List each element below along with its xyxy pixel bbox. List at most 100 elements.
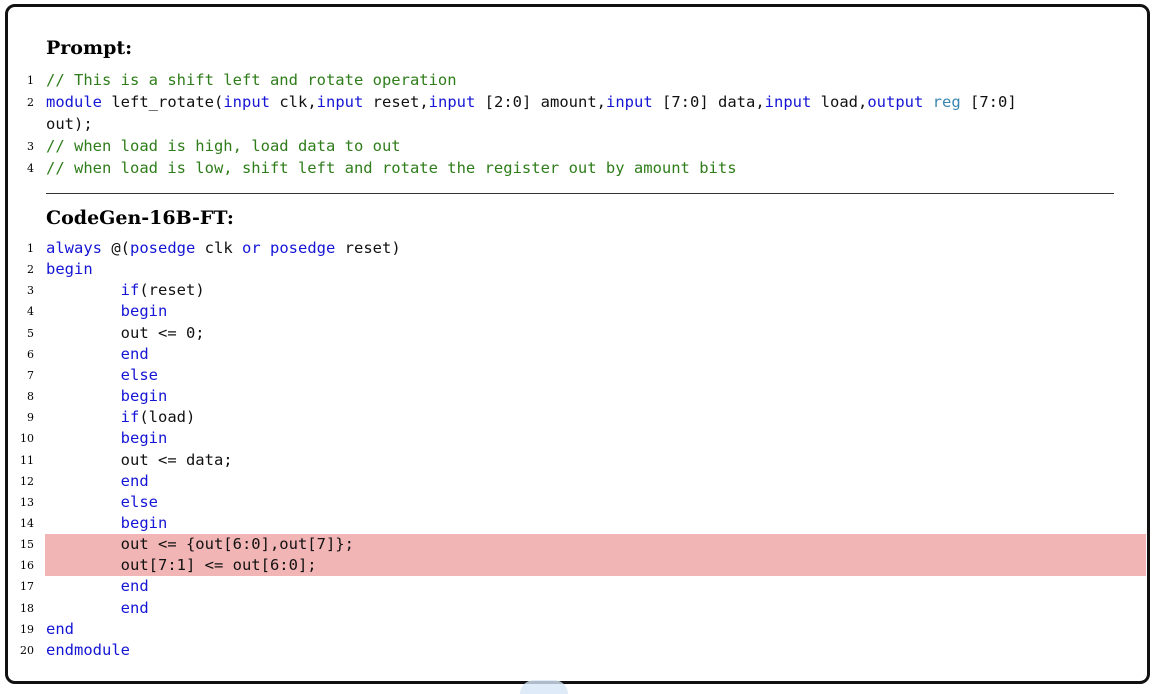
- code-line: 1 always @(posedge clk or posedge reset): [0, 238, 1158, 259]
- code-text: out <= {out[6:0],out[7]};: [46, 534, 354, 555]
- keyword-token: input: [316, 93, 364, 111]
- highlighted-code-line: 16 out[7:1] <= out[6:0];: [0, 555, 1158, 577]
- code-token: out <= 0;: [46, 323, 205, 342]
- code-line: 14 begin: [0, 513, 1158, 534]
- code-line: 18 end: [0, 598, 1158, 619]
- comment-token: // This is a shift left and rotate opera…: [46, 71, 457, 89]
- code-token: [7:0]: [960, 93, 1017, 111]
- line-number: 2: [27, 96, 34, 109]
- code-token: clk,: [270, 93, 317, 111]
- code-text: begin: [46, 386, 168, 407]
- code-token: @(: [102, 239, 130, 257]
- code-line: 20 endmodule: [0, 640, 1158, 661]
- code-token: left_rotate(: [102, 93, 224, 111]
- code-text: // This is a shift left and rotate opera…: [46, 70, 457, 91]
- code-token: out <= data;: [46, 450, 233, 469]
- line-number: 11: [20, 453, 34, 467]
- code-token: reset): [335, 239, 401, 257]
- keyword-token: module: [46, 93, 102, 111]
- keyword-token: endmodule: [46, 640, 130, 659]
- keyword-token: begin: [46, 260, 93, 279]
- code-line: 19 end: [0, 619, 1158, 640]
- line-number: 15: [20, 538, 34, 552]
- code-text: else: [46, 365, 158, 386]
- code-token: out[7:1] <= out[6:0];: [46, 556, 317, 575]
- code-line: 9 if(load): [0, 407, 1158, 428]
- code-text: module left_rotate(input clk,input reset…: [46, 92, 1017, 113]
- line-number: 9: [27, 411, 34, 425]
- line-number: 20: [20, 643, 34, 657]
- keyword-token: else: [120, 365, 158, 384]
- line-number: 8: [27, 390, 34, 404]
- code-line: 6 end: [0, 344, 1158, 365]
- code-text: if(load): [46, 407, 196, 428]
- line-number: 17: [20, 580, 34, 594]
- code-line: 10 begin: [0, 428, 1158, 449]
- line-number: 12: [20, 474, 34, 488]
- code-text: begin: [46, 259, 93, 280]
- code-text: end: [46, 598, 149, 619]
- comment-token: // when load is high, load data to out: [46, 137, 401, 155]
- code-text: // when load is high, load data to out: [46, 136, 401, 157]
- keyword-token: begin: [120, 429, 168, 448]
- keyword-token: if: [120, 408, 140, 427]
- code-line: 2 begin: [0, 259, 1158, 280]
- keyword-token: input: [223, 93, 270, 111]
- keyword-token: begin: [120, 302, 168, 321]
- code-line: out);: [0, 114, 1158, 135]
- code-text: out[7:1] <= out[6:0];: [46, 555, 317, 576]
- code-text: if(reset): [46, 280, 205, 301]
- line-number: 2: [27, 263, 34, 277]
- line-number: 3: [27, 140, 34, 153]
- code-line: 4 begin: [0, 301, 1158, 322]
- code-line: 11 out <= data;: [0, 450, 1158, 471]
- keyword-token: end: [120, 598, 149, 617]
- code-text: begin: [46, 428, 168, 449]
- keyword-token: end: [120, 344, 149, 363]
- code-line: 13 else: [0, 492, 1158, 513]
- code-text: end: [46, 576, 149, 597]
- line-number: 19: [20, 622, 34, 636]
- code-text: begin: [46, 301, 168, 322]
- completion-heading: CodeGen-16B-FT:: [46, 207, 234, 229]
- line-number: 1: [27, 74, 34, 87]
- line-number: 1: [27, 242, 34, 255]
- code-token: [2:0] amount,: [475, 93, 606, 111]
- code-text: end: [46, 344, 149, 365]
- code-text: out);: [46, 114, 93, 135]
- code-line: 3 if(reset): [0, 280, 1158, 301]
- code-line: 2 module left_rotate(input clk,input rese…: [0, 92, 1158, 113]
- line-number: 3: [27, 284, 34, 298]
- line-number: 18: [20, 601, 34, 615]
- section-divider: [46, 193, 1114, 194]
- code-text: end: [46, 471, 149, 492]
- code-token: (load): [139, 408, 196, 427]
- keyword-token: begin: [120, 513, 168, 532]
- keyword-token: end: [46, 619, 74, 638]
- code-text: out <= data;: [46, 450, 233, 471]
- code-line: 5 out <= 0;: [0, 323, 1158, 344]
- keyword-token: input: [764, 93, 812, 111]
- keyword-token: posedge: [270, 239, 336, 257]
- line-number: 14: [20, 516, 34, 530]
- prompt-heading: Prompt:: [46, 37, 133, 59]
- highlighted-code-line: 15 out <= {out[6:0],out[7]};: [0, 534, 1158, 556]
- keyword-token: input: [428, 93, 476, 111]
- line-number: 6: [27, 347, 34, 361]
- code-text: end: [46, 619, 74, 640]
- code-line: 17 end: [0, 576, 1158, 597]
- code-line: 4 // when load is low, shift left and rot…: [0, 158, 1158, 179]
- keyword-token: if: [120, 281, 140, 300]
- code-text: // when load is low, shift left and rota…: [46, 158, 737, 179]
- code-token: clk: [195, 239, 242, 257]
- code-token: load,: [811, 93, 868, 111]
- keyword-token: or: [242, 239, 261, 257]
- watermark-fragment: [520, 680, 568, 694]
